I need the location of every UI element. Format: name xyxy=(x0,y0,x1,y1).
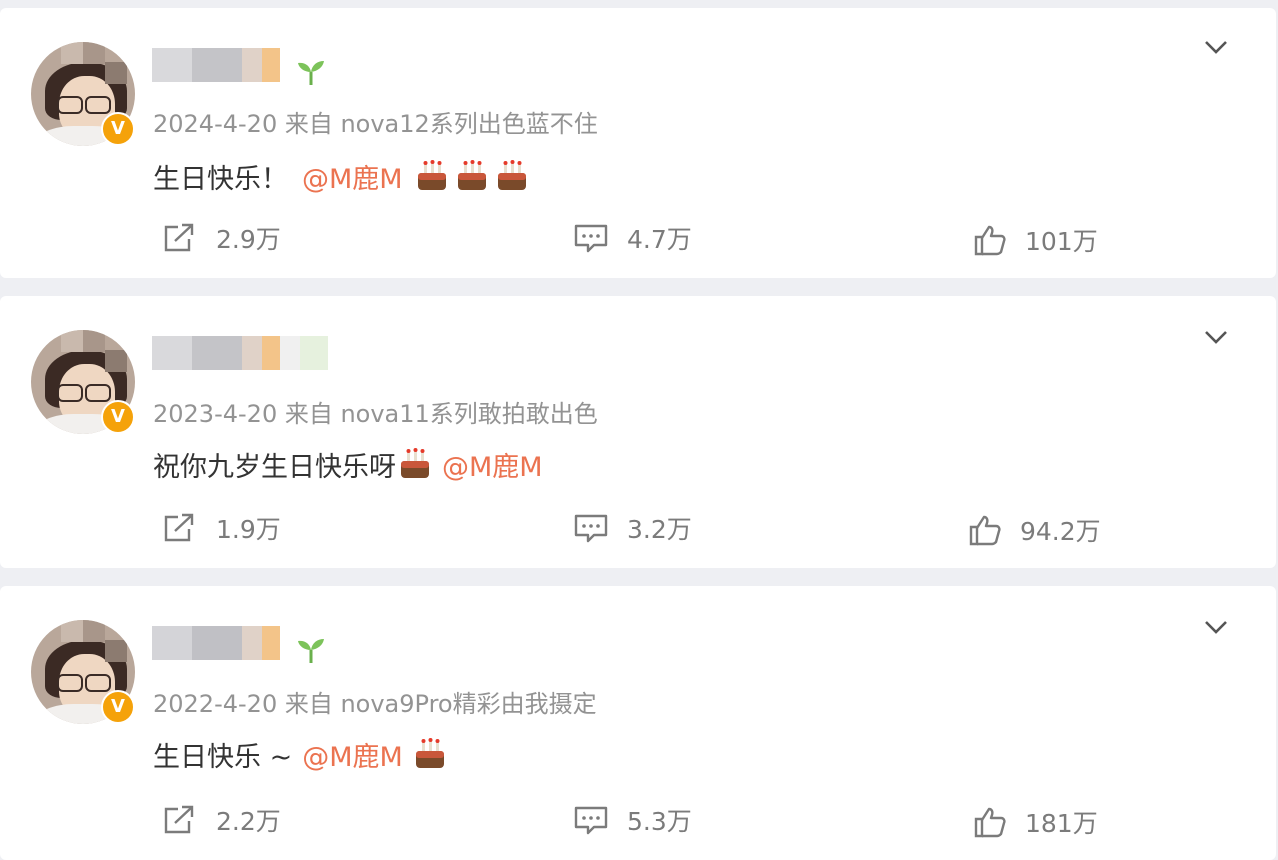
chevron-down-icon[interactable] xyxy=(1201,36,1231,58)
username-blurred[interactable] xyxy=(152,626,282,660)
comment-icon xyxy=(574,514,608,543)
post-content: 祝你九岁生日快乐呀 @M鹿M xyxy=(153,444,543,484)
verified-v-badge-icon: V xyxy=(101,112,135,146)
repost-button[interactable]: 1.9万 xyxy=(162,510,281,546)
repost-button[interactable]: 2.2万 xyxy=(162,802,281,838)
mention-link[interactable]: @M鹿M xyxy=(302,157,403,196)
chevron-down-icon[interactable] xyxy=(1201,326,1231,348)
like-count: 101万 xyxy=(1025,227,1098,256)
verified-v-badge-icon: V xyxy=(101,690,135,724)
repost-count: 2.2万 xyxy=(216,807,281,836)
comment-count: 5.3万 xyxy=(627,807,692,836)
thumbs-up-icon xyxy=(974,807,1006,838)
avatar[interactable]: V xyxy=(31,42,135,146)
post-text: 生日快乐！ xyxy=(153,163,288,195)
weibo-post-card: V 2023-4-20 来自 nova11系列敢拍敢出色 祝你九岁生日快乐呀 @… xyxy=(0,296,1276,568)
birthday-cake-emoji xyxy=(497,160,526,190)
like-button[interactable]: 94.2万 xyxy=(968,512,1101,548)
comment-button[interactable]: 3.2万 xyxy=(573,510,692,546)
birthday-cake-emoji xyxy=(415,738,444,768)
repost-count: 1.9万 xyxy=(216,515,281,544)
comment-count: 4.7万 xyxy=(627,225,692,254)
like-count: 94.2万 xyxy=(1020,517,1101,546)
like-button[interactable]: 101万 xyxy=(973,222,1098,258)
repost-button[interactable]: 2.9万 xyxy=(162,220,281,256)
avatar[interactable]: V xyxy=(31,620,135,724)
sprout-icon xyxy=(298,61,324,85)
comment-button[interactable]: 4.7万 xyxy=(573,220,692,256)
repost-icon xyxy=(164,513,194,542)
mention-link[interactable]: @M鹿M xyxy=(442,445,543,484)
birthday-cake-emoji xyxy=(417,160,446,190)
verified-v-badge-icon: V xyxy=(101,400,135,434)
weibo-post-card: V 2024-4-20 来自 nova12系列出色蓝不住 生日快乐！ @M鹿M … xyxy=(0,8,1276,278)
post-content: 生日快乐 ~ @M鹿M xyxy=(153,734,447,774)
comment-count: 3.2万 xyxy=(627,515,692,544)
avatar[interactable]: V xyxy=(31,330,135,434)
thumbs-up-icon xyxy=(974,225,1006,256)
birthday-cake-emoji xyxy=(401,448,429,478)
repost-count: 2.9万 xyxy=(216,225,281,254)
comment-icon xyxy=(574,224,608,253)
birthday-cake-emoji xyxy=(457,160,486,190)
chevron-down-icon[interactable] xyxy=(1201,616,1231,638)
cake-emoji-group xyxy=(409,160,529,192)
sprout-icon xyxy=(298,639,324,663)
post-text: 祝你九岁生日快乐呀 xyxy=(153,451,396,483)
post-meta: 2023-4-20 来自 nova11系列敢拍敢出色 xyxy=(153,400,598,428)
repost-icon xyxy=(164,223,194,252)
repost-icon xyxy=(164,805,194,834)
like-button[interactable]: 181万 xyxy=(973,804,1098,840)
post-text: 生日快乐 ~ xyxy=(153,741,293,773)
username-blurred[interactable] xyxy=(152,336,332,370)
comment-icon xyxy=(574,806,608,835)
like-count: 181万 xyxy=(1025,809,1098,838)
post-meta: 2022-4-20 来自 nova9Pro精彩由我摄定 xyxy=(153,690,597,718)
mention-link[interactable]: @M鹿M xyxy=(302,735,403,774)
comment-button[interactable]: 5.3万 xyxy=(573,802,692,838)
username-blurred[interactable] xyxy=(152,48,282,82)
post-meta: 2024-4-20 来自 nova12系列出色蓝不住 xyxy=(153,110,598,138)
post-content: 生日快乐！ @M鹿M xyxy=(153,156,529,196)
thumbs-up-icon xyxy=(969,515,1001,546)
weibo-post-card: V 2022-4-20 来自 nova9Pro精彩由我摄定 生日快乐 ~ @M鹿… xyxy=(0,586,1276,860)
